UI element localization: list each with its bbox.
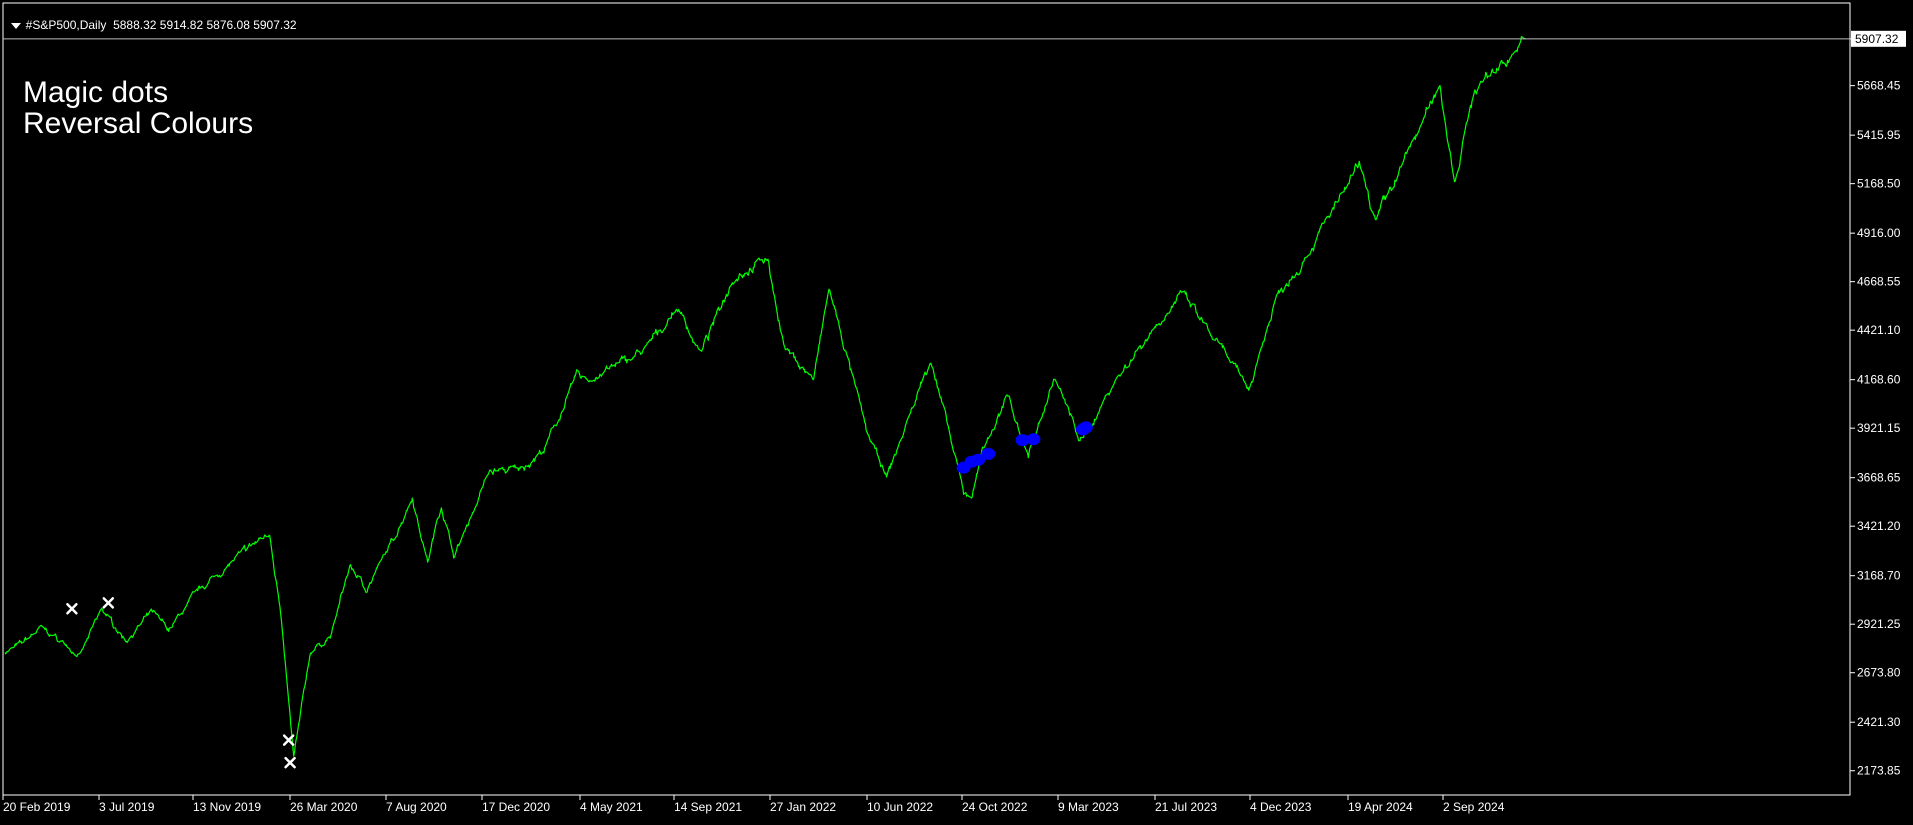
x-tick-label: 3 Jul 2019 [99,800,155,814]
chart-header: #S&P500,Daily 5888.32 5914.82 5876.08 59… [4,4,297,32]
price-chart[interactable]: 5907.32 5668.45 5415.95 5168.50 4916.00 4668.… [0,0,1913,820]
y-tick-label: 3668.65 [1857,471,1901,485]
x-tick-label: 19 Apr 2024 [1348,800,1413,814]
dropdown-arrow-icon[interactable] [10,22,21,29]
chart-area[interactable]: 5907.32 5668.45 5415.95 5168.50 4916.00 4668.… [0,0,1913,820]
y-tick-label: 4421.10 [1857,323,1901,337]
y-tick-label: 3921.15 [1857,421,1901,435]
x-tick-label: 7 Aug 2020 [386,800,447,814]
y-tick-label: 4916.00 [1857,226,1901,240]
y-tick-label: 4668.55 [1857,275,1901,289]
indicator-title: Magic dots [23,76,169,109]
sell-cross-marker [284,756,296,769]
x-tick-label: 24 Oct 2022 [962,800,1028,814]
y-tick-label: 5168.50 [1857,177,1901,191]
last-price-label: 5907.32 [1855,32,1899,46]
indicator-subtitle: Reversal Colours [23,107,254,140]
buy-dot-marker [1078,421,1093,434]
sell-cross-marker [66,603,78,615]
x-tick-label: 21 Jul 2023 [1155,800,1217,814]
x-tick-label: 4 May 2021 [580,800,643,814]
y-tick-label: 3421.20 [1857,519,1901,533]
x-tick-label: 4 Dec 2023 [1250,800,1312,814]
symbol-label: #S&P500,Daily [25,18,107,32]
y-tick-label: 2673.80 [1857,666,1901,680]
x-tick-label: 10 Jun 2022 [867,800,933,814]
y-tick-label: 4168.60 [1857,373,1901,387]
x-tick-label: 14 Sep 2021 [674,800,742,814]
y-tick-label: 5415.95 [1857,128,1901,142]
ohlc-label: 5888.32 5914.82 5876.08 5907.32 [113,18,297,32]
y-tick-label: 2421.30 [1857,715,1901,729]
x-tick-label: 20 Feb 2019 [3,800,71,814]
buy-dot-marker [981,447,996,460]
x-tick-label: 2 Sep 2024 [1443,800,1505,814]
y-tick-label: 5668.45 [1857,79,1901,93]
x-tick-label: 9 Mar 2023 [1058,800,1119,814]
plot-frame [2,2,1851,796]
price-series-line [4,35,1526,757]
x-tick-label: 26 Mar 2020 [290,800,358,814]
x-tick-label: 13 Nov 2019 [193,800,261,814]
y-tick-label: 2173.85 [1857,764,1901,778]
sell-cross-marker [102,597,115,609]
y-tick-label: 2921.25 [1857,617,1901,631]
buy-dot-marker [1026,433,1041,446]
x-tick-label: 17 Dec 2020 [482,800,550,814]
x-tick-label: 27 Jan 2022 [770,800,836,814]
y-tick-label: 3168.70 [1857,569,1901,583]
